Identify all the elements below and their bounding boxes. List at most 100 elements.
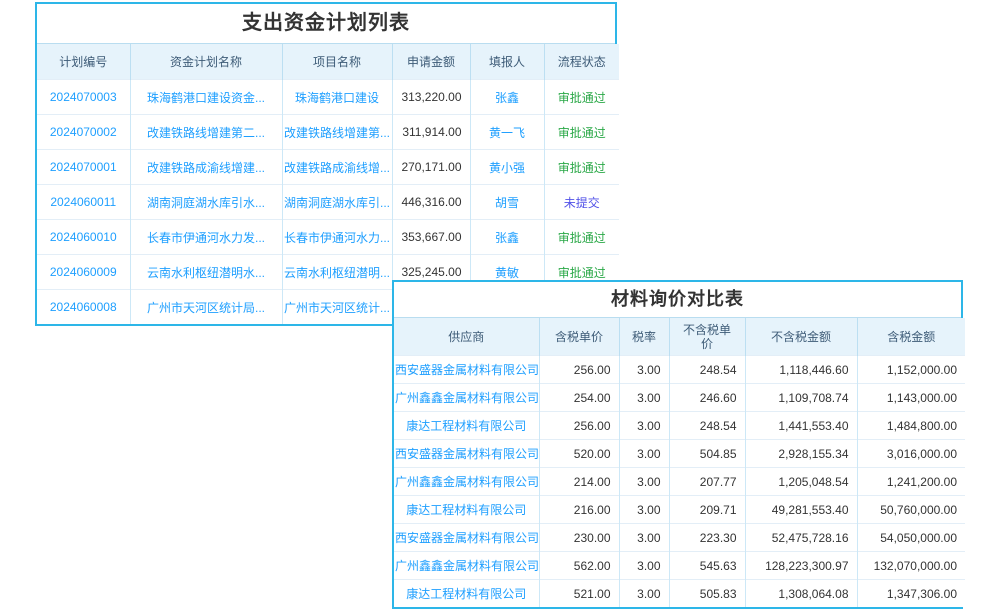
col-header-supplier: 供应商 (394, 318, 539, 356)
tax-price-cell: 230.00 (539, 524, 619, 552)
plan-no-link[interactable]: 2024060011 (37, 185, 130, 220)
tax-rate-cell: 3.00 (619, 524, 669, 552)
expense-plan-row[interactable]: 2024070003 珠海鹤港口建设资金... 珠海鹤港口建设 313,220.… (37, 80, 619, 115)
project-name-link[interactable]: 广州市天河区统计... (282, 290, 392, 325)
tax-amount-cell: 3,016,000.00 (857, 440, 965, 468)
fund-plan-name-link[interactable]: 改建铁路线增建第二... (130, 115, 282, 150)
tax-rate-cell: 3.00 (619, 440, 669, 468)
material-inquiry-table: 供应商 含税单价 税率 不含税单价 不含税金额 含税金额 西安盛器金属材料有限公… (394, 318, 965, 607)
project-name-link[interactable]: 改建铁路线增建第... (282, 115, 392, 150)
apply-amount-cell: 270,171.00 (392, 150, 470, 185)
material-inquiry-compare-panel: 材料询价对比表 供应商 含税单价 税率 不含税单价 不含税金额 含税金额 西安盛… (392, 280, 963, 609)
fund-plan-name-link[interactable]: 改建铁路成渝线增建... (130, 150, 282, 185)
supplier-link[interactable]: 广州鑫鑫金属材料有限公司 (394, 552, 539, 580)
tax-rate-cell: 3.00 (619, 468, 669, 496)
tax-rate-cell: 3.00 (619, 412, 669, 440)
fund-plan-name-link[interactable]: 长春市伊通河水力发... (130, 220, 282, 255)
supplier-link[interactable]: 康达工程材料有限公司 (394, 580, 539, 608)
material-inquiry-row[interactable]: 西安盛器金属材料有限公司 520.00 3.00 504.85 2,928,15… (394, 440, 965, 468)
reporter-cell[interactable]: 黄一飞 (470, 115, 544, 150)
expense-plan-row[interactable]: 2024070002 改建铁路线增建第二... 改建铁路线增建第... 311,… (37, 115, 619, 150)
apply-amount-cell: 446,316.00 (392, 185, 470, 220)
net-amount-cell: 1,118,446.60 (745, 356, 857, 384)
tax-rate-cell: 3.00 (619, 552, 669, 580)
net-price-cell: 248.54 (669, 356, 745, 384)
project-name-link[interactable]: 云南水利枢纽潜明... (282, 255, 392, 290)
plan-no-link[interactable]: 2024060010 (37, 220, 130, 255)
supplier-link[interactable]: 广州鑫鑫金属材料有限公司 (394, 468, 539, 496)
fund-plan-name-link[interactable]: 广州市天河区统计局... (130, 290, 282, 325)
tax-amount-cell: 1,152,000.00 (857, 356, 965, 384)
material-inquiry-row[interactable]: 广州鑫鑫金属材料有限公司 214.00 3.00 207.77 1,205,04… (394, 468, 965, 496)
net-amount-cell: 1,308,064.08 (745, 580, 857, 608)
supplier-link[interactable]: 西安盛器金属材料有限公司 (394, 524, 539, 552)
col-header-flow-status: 流程状态 (544, 44, 619, 80)
supplier-link[interactable]: 康达工程材料有限公司 (394, 496, 539, 524)
material-inquiry-table-title: 材料询价对比表 (394, 282, 961, 318)
tax-rate-cell: 3.00 (619, 496, 669, 524)
plan-no-link[interactable]: 2024070003 (37, 80, 130, 115)
expense-plan-row[interactable]: 2024060011 湖南洞庭湖水库引水... 湖南洞庭湖水库引... 446,… (37, 185, 619, 220)
tax-rate-cell: 3.00 (619, 580, 669, 608)
expense-plan-header-row: 计划编号 资金计划名称 项目名称 申请金额 填报人 流程状态 (37, 44, 619, 80)
net-price-cell: 545.63 (669, 552, 745, 580)
col-header-net-amount: 不含税金额 (745, 318, 857, 356)
project-name-link[interactable]: 改建铁路成渝线增... (282, 150, 392, 185)
plan-no-link[interactable]: 2024070001 (37, 150, 130, 185)
expense-plan-row[interactable]: 2024060010 长春市伊通河水力发... 长春市伊通河水力... 353,… (37, 220, 619, 255)
tax-amount-cell: 1,484,800.00 (857, 412, 965, 440)
project-name-link[interactable]: 湖南洞庭湖水库引... (282, 185, 392, 220)
supplier-link[interactable]: 西安盛器金属材料有限公司 (394, 356, 539, 384)
material-inquiry-row[interactable]: 康达工程材料有限公司 256.00 3.00 248.54 1,441,553.… (394, 412, 965, 440)
reporter-cell[interactable]: 张鑫 (470, 80, 544, 115)
material-inquiry-row[interactable]: 广州鑫鑫金属材料有限公司 562.00 3.00 545.63 128,223,… (394, 552, 965, 580)
net-price-cell: 504.85 (669, 440, 745, 468)
net-amount-cell: 52,475,728.16 (745, 524, 857, 552)
plan-no-link[interactable]: 2024060009 (37, 255, 130, 290)
flow-status-badge: 审批通过 (544, 220, 619, 255)
col-header-tax-price: 含税单价 (539, 318, 619, 356)
material-inquiry-row[interactable]: 康达工程材料有限公司 216.00 3.00 209.71 49,281,553… (394, 496, 965, 524)
tax-price-cell: 214.00 (539, 468, 619, 496)
expense-plan-row[interactable]: 2024070001 改建铁路成渝线增建... 改建铁路成渝线增... 270,… (37, 150, 619, 185)
tax-price-cell: 256.00 (539, 356, 619, 384)
fund-plan-name-link[interactable]: 云南水利枢纽潜明水... (130, 255, 282, 290)
tax-amount-cell: 54,050,000.00 (857, 524, 965, 552)
project-name-link[interactable]: 长春市伊通河水力... (282, 220, 392, 255)
col-header-apply-amount: 申请金额 (392, 44, 470, 80)
fund-plan-name-link[interactable]: 湖南洞庭湖水库引水... (130, 185, 282, 220)
material-inquiry-row[interactable]: 康达工程材料有限公司 521.00 3.00 505.83 1,308,064.… (394, 580, 965, 608)
reporter-cell[interactable]: 张鑫 (470, 220, 544, 255)
supplier-link[interactable]: 广州鑫鑫金属材料有限公司 (394, 384, 539, 412)
material-inquiry-row[interactable]: 广州鑫鑫金属材料有限公司 254.00 3.00 246.60 1,109,70… (394, 384, 965, 412)
reporter-cell[interactable]: 黄小强 (470, 150, 544, 185)
net-price-cell: 505.83 (669, 580, 745, 608)
col-header-tax-amount: 含税金额 (857, 318, 965, 356)
material-inquiry-row[interactable]: 西安盛器金属材料有限公司 230.00 3.00 223.30 52,475,7… (394, 524, 965, 552)
project-name-link[interactable]: 珠海鹤港口建设 (282, 80, 392, 115)
net-price-cell: 246.60 (669, 384, 745, 412)
tax-amount-cell: 1,347,306.00 (857, 580, 965, 608)
tax-price-cell: 521.00 (539, 580, 619, 608)
reporter-cell[interactable]: 胡雪 (470, 185, 544, 220)
col-header-tax-rate: 税率 (619, 318, 669, 356)
plan-no-link[interactable]: 2024070002 (37, 115, 130, 150)
net-amount-cell: 2,928,155.34 (745, 440, 857, 468)
col-header-project-name: 项目名称 (282, 44, 392, 80)
tax-price-cell: 254.00 (539, 384, 619, 412)
tax-price-cell: 562.00 (539, 552, 619, 580)
tax-rate-cell: 3.00 (619, 356, 669, 384)
net-price-cell: 209.71 (669, 496, 745, 524)
fund-plan-name-link[interactable]: 珠海鹤港口建设资金... (130, 80, 282, 115)
flow-status-badge: 审批通过 (544, 115, 619, 150)
plan-no-link[interactable]: 2024060008 (37, 290, 130, 325)
apply-amount-cell: 353,667.00 (392, 220, 470, 255)
col-header-net-price: 不含税单价 (669, 318, 745, 356)
material-inquiry-row[interactable]: 西安盛器金属材料有限公司 256.00 3.00 248.54 1,118,44… (394, 356, 965, 384)
supplier-link[interactable]: 西安盛器金属材料有限公司 (394, 440, 539, 468)
supplier-link[interactable]: 康达工程材料有限公司 (394, 412, 539, 440)
apply-amount-cell: 313,220.00 (392, 80, 470, 115)
flow-status-badge: 审批通过 (544, 80, 619, 115)
net-amount-cell: 1,205,048.54 (745, 468, 857, 496)
net-price-cell: 248.54 (669, 412, 745, 440)
